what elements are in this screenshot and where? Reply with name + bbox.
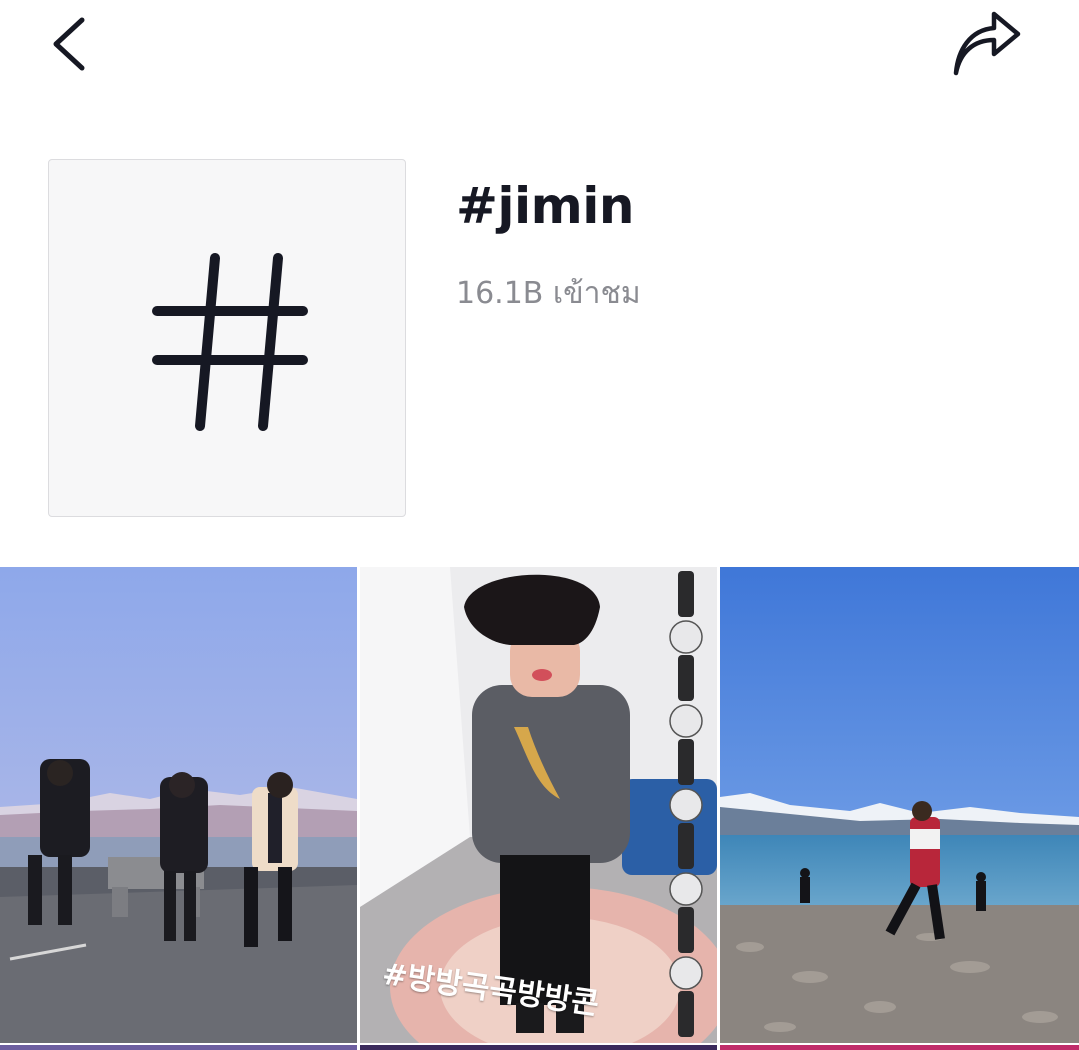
video-grid: #방방곡곡방방콘 xyxy=(0,567,1079,1050)
chevron-left-icon xyxy=(53,17,85,71)
share-button[interactable] xyxy=(948,10,1028,84)
hashtag-icon xyxy=(152,253,308,431)
view-count: 16.1B เข้าชม xyxy=(456,276,641,311)
share-arrow-icon xyxy=(953,11,1021,76)
back-button[interactable] xyxy=(44,14,104,78)
video-thumbnail-4[interactable] xyxy=(0,1045,357,1050)
video-thumbnail-6[interactable] xyxy=(720,1045,1079,1050)
video-thumbnail-5[interactable] xyxy=(360,1045,717,1050)
hashtag-page: #jimin 16.1B เข้าชม #방방곡곡방방콘 xyxy=(0,0,1079,1050)
video-thumbnail-image xyxy=(720,567,1079,1043)
video-thumbnail-1[interactable] xyxy=(0,567,357,1043)
video-thumbnail-2[interactable]: #방방곡곡방방콘 xyxy=(360,567,717,1043)
video-thumbnail-3[interactable] xyxy=(720,567,1079,1043)
video-thumbnail-image xyxy=(0,567,357,1043)
hashtag-thumbnail xyxy=(48,159,406,517)
hashtag-title: #jimin xyxy=(456,177,635,235)
